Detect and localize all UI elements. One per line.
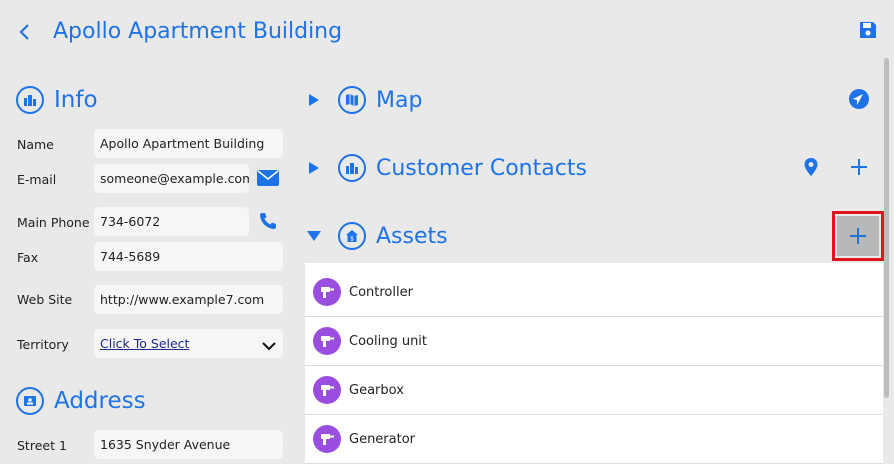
name-label: Name <box>17 137 54 152</box>
address-card-icon <box>16 387 44 415</box>
main-phone-label: Main Phone <box>17 215 90 230</box>
back-button[interactable] <box>14 20 34 44</box>
address-title: Address <box>54 388 146 414</box>
drill-icon <box>313 278 341 306</box>
territory-value[interactable]: Click To Select <box>100 336 189 351</box>
plus-icon <box>851 159 867 175</box>
chevron-left-icon <box>19 24 29 40</box>
navigation-arrow-icon <box>849 89 869 109</box>
list-item[interactable]: Generator <box>305 415 883 464</box>
map-icon <box>338 86 366 114</box>
scrollbar[interactable] <box>884 58 889 398</box>
street1-field[interactable]: 1635 Snyder Avenue <box>94 430 283 459</box>
add-contact-button[interactable] <box>844 152 874 182</box>
asset-name: Generator <box>349 431 416 447</box>
building-icon <box>338 154 366 182</box>
list-item[interactable]: Cooling unit <box>305 317 883 366</box>
svg-text:$: $ <box>350 236 354 243</box>
location-button[interactable] <box>796 152 826 182</box>
fax-field[interactable]: 744-5689 <box>94 242 283 271</box>
call-button[interactable] <box>254 207 282 235</box>
list-item[interactable]: Gearbox <box>305 366 883 415</box>
address-section-header: Address <box>16 384 146 418</box>
map-section-header[interactable]: Map <box>306 80 886 120</box>
asset-name: Cooling unit <box>349 333 428 349</box>
page-title: Apollo Apartment Building <box>53 19 343 44</box>
name-field[interactable]: Apollo Apartment Building <box>94 129 283 158</box>
info-section-header: Info <box>16 83 98 117</box>
expand-triangle-icon[interactable] <box>306 160 322 176</box>
customer-contacts-title: Customer Contacts <box>376 155 587 181</box>
assets-section-header[interactable]: $ Assets <box>306 216 886 256</box>
map-title: Map <box>376 87 423 113</box>
drill-icon <box>313 327 341 355</box>
save-button[interactable] <box>858 20 880 42</box>
fax-label: Fax <box>17 250 39 265</box>
expand-triangle-icon[interactable] <box>306 92 322 108</box>
send-email-button[interactable] <box>254 164 282 192</box>
mail-icon <box>257 170 279 186</box>
building-icon <box>16 86 44 114</box>
web-site-label: Web Site <box>17 292 73 307</box>
save-icon <box>860 22 876 38</box>
drill-icon <box>313 376 341 404</box>
assets-title: Assets <box>376 223 448 249</box>
navigate-button[interactable] <box>844 84 874 114</box>
web-site-field[interactable]: http://www.example7.com <box>94 285 283 314</box>
collapse-triangle-icon[interactable] <box>306 228 322 244</box>
add-asset-button[interactable] <box>837 216 879 256</box>
phone-icon <box>260 213 276 229</box>
header: Apollo Apartment Building <box>0 0 894 62</box>
asset-list: Controller Cooling unit Gearbox Generato… <box>305 263 883 464</box>
asset-name: Controller <box>349 284 413 300</box>
list-item[interactable]: Controller <box>305 268 883 317</box>
email-field[interactable]: someone@example.com <box>94 164 249 193</box>
drill-icon <box>313 425 341 453</box>
asset-house-icon: $ <box>338 222 366 250</box>
email-label: E-mail <box>17 172 57 187</box>
territory-label: Territory <box>17 337 69 352</box>
plus-icon <box>850 228 866 244</box>
location-pin-icon <box>804 158 818 176</box>
asset-name: Gearbox <box>349 382 404 398</box>
chevron-down-icon[interactable] <box>261 337 277 351</box>
info-title: Info <box>54 87 98 113</box>
main-phone-field[interactable]: 734-6072 <box>94 207 249 236</box>
street1-label: Street 1 <box>17 438 67 453</box>
territory-select[interactable]: Click To Select <box>94 329 283 358</box>
